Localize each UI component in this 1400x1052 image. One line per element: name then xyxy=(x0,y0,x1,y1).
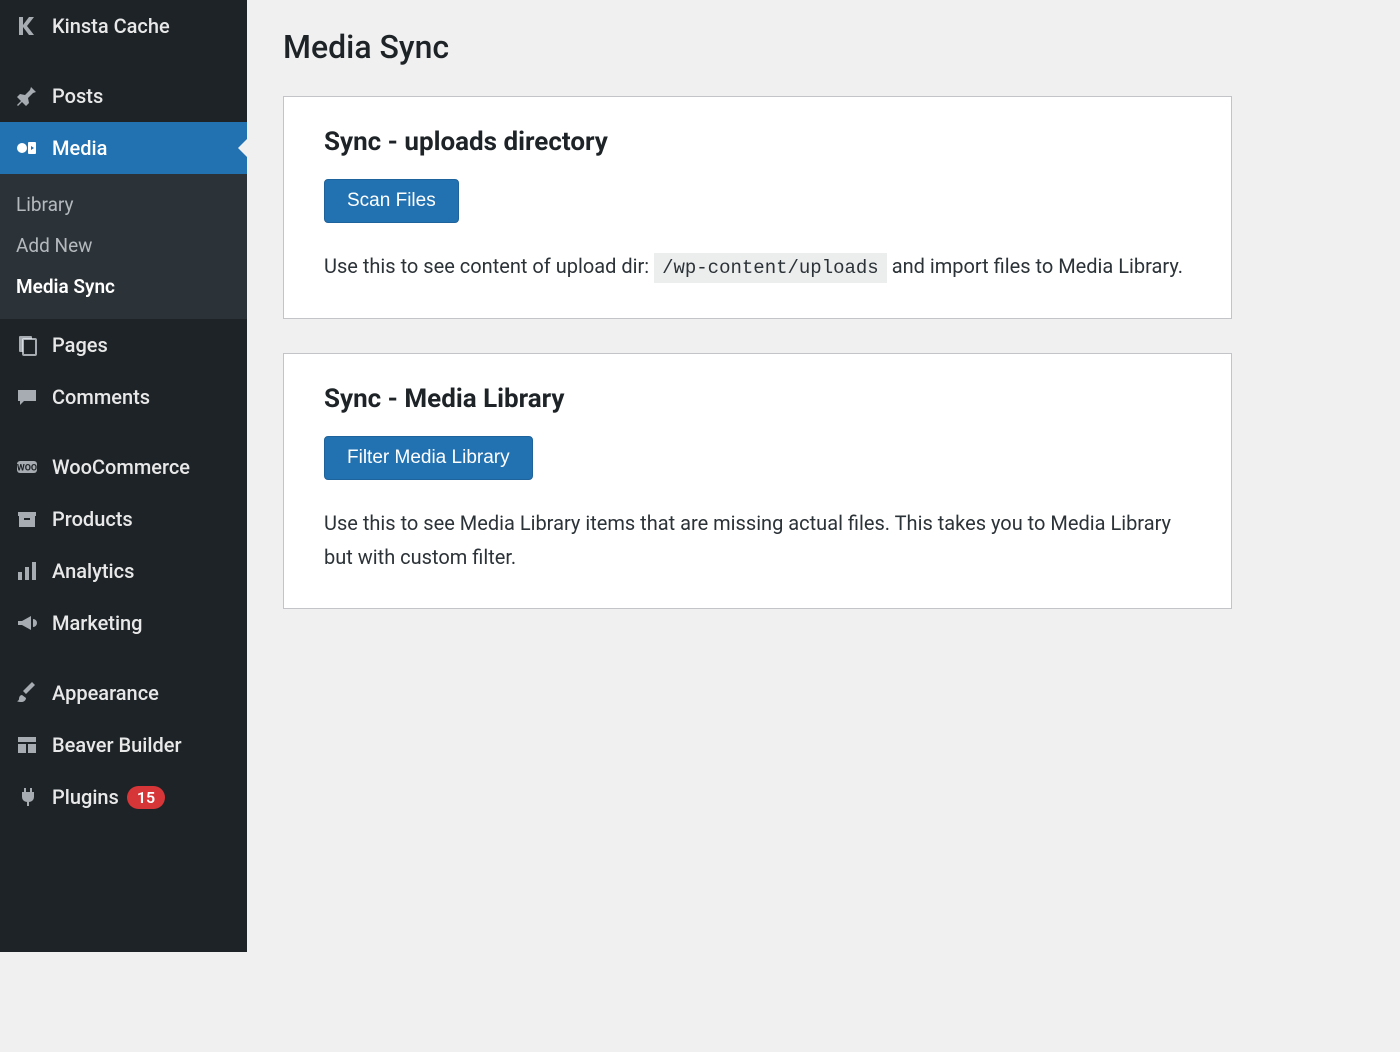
plug-icon xyxy=(14,784,40,810)
sidebar-item-label: Products xyxy=(52,507,133,531)
woocommerce-icon: WOO xyxy=(14,454,40,480)
scan-files-button[interactable]: Scan Files xyxy=(324,179,459,223)
card-sync-media-library: Sync - Media Library Filter Media Librar… xyxy=(283,353,1232,609)
sidebar-item-label: Pages xyxy=(52,333,108,357)
chart-icon xyxy=(14,558,40,584)
sidebar-item-comments[interactable]: Comments xyxy=(0,371,247,423)
card-description: Use this to see content of upload dir: /… xyxy=(324,249,1191,284)
kinsta-icon xyxy=(14,13,40,39)
sidebar-item-woocommerce[interactable]: WOO WooCommerce xyxy=(0,441,247,493)
card-heading: Sync - Media Library xyxy=(324,384,1191,414)
upload-path-code: /wp-content/uploads xyxy=(654,253,887,283)
submenu-item-add-new[interactable]: Add New xyxy=(0,225,247,266)
card-sync-uploads: Sync - uploads directory Scan Files Use … xyxy=(283,96,1232,319)
sidebar-item-plugins[interactable]: Plugins 15 xyxy=(0,771,247,823)
menu-separator xyxy=(0,423,247,441)
submenu-item-media-sync[interactable]: Media Sync xyxy=(0,266,247,307)
layout-icon xyxy=(14,732,40,758)
submenu-item-library[interactable]: Library xyxy=(0,184,247,225)
pages-icon xyxy=(14,332,40,358)
sidebar-item-label: Analytics xyxy=(52,559,134,583)
menu-separator xyxy=(0,52,247,70)
sidebar-item-pages[interactable]: Pages xyxy=(0,319,247,371)
archive-icon xyxy=(14,506,40,532)
main-content: Media Sync Sync - uploads directory Scan… xyxy=(247,0,1268,952)
sidebar-item-products[interactable]: Products xyxy=(0,493,247,545)
sidebar-item-marketing[interactable]: Marketing xyxy=(0,597,247,649)
menu-separator xyxy=(0,649,247,667)
sidebar-item-media[interactable]: Media xyxy=(0,122,247,174)
desc-text: and import files to Media Library. xyxy=(892,254,1183,278)
page-title: Media Sync xyxy=(283,28,1232,66)
filter-media-library-button[interactable]: Filter Media Library xyxy=(324,436,533,480)
sidebar-item-label: Kinsta Cache xyxy=(52,14,170,38)
svg-text:WOO: WOO xyxy=(17,464,37,474)
sidebar-item-posts[interactable]: Posts xyxy=(0,70,247,122)
update-count-badge: 15 xyxy=(127,786,165,809)
sidebar-item-appearance[interactable]: Appearance xyxy=(0,667,247,719)
sidebar-item-analytics[interactable]: Analytics xyxy=(0,545,247,597)
sidebar-item-label: Marketing xyxy=(52,611,143,635)
sidebar-item-label: Comments xyxy=(52,385,150,409)
sidebar-item-label: Media xyxy=(52,136,107,160)
desc-text: Use this to see content of upload dir: xyxy=(324,254,654,278)
sidebar-item-label: Appearance xyxy=(52,681,159,705)
pushpin-icon xyxy=(14,83,40,109)
card-heading: Sync - uploads directory xyxy=(324,127,1191,157)
submenu-media: Library Add New Media Sync xyxy=(0,174,247,319)
sidebar-item-label: WooCommerce xyxy=(52,455,190,479)
megaphone-icon xyxy=(14,610,40,636)
admin-sidebar: Kinsta Cache Posts Media Library Add New… xyxy=(0,0,247,952)
brush-icon xyxy=(14,680,40,706)
sidebar-item-label: Plugins xyxy=(52,785,119,809)
sidebar-item-beaver-builder[interactable]: Beaver Builder xyxy=(0,719,247,771)
sidebar-item-label: Beaver Builder xyxy=(52,733,182,757)
card-description: Use this to see Media Library items that… xyxy=(324,506,1191,574)
media-icon xyxy=(14,135,40,161)
sidebar-item-label: Posts xyxy=(52,84,103,108)
sidebar-item-kinsta-cache[interactable]: Kinsta Cache xyxy=(0,0,247,52)
comments-icon xyxy=(14,384,40,410)
